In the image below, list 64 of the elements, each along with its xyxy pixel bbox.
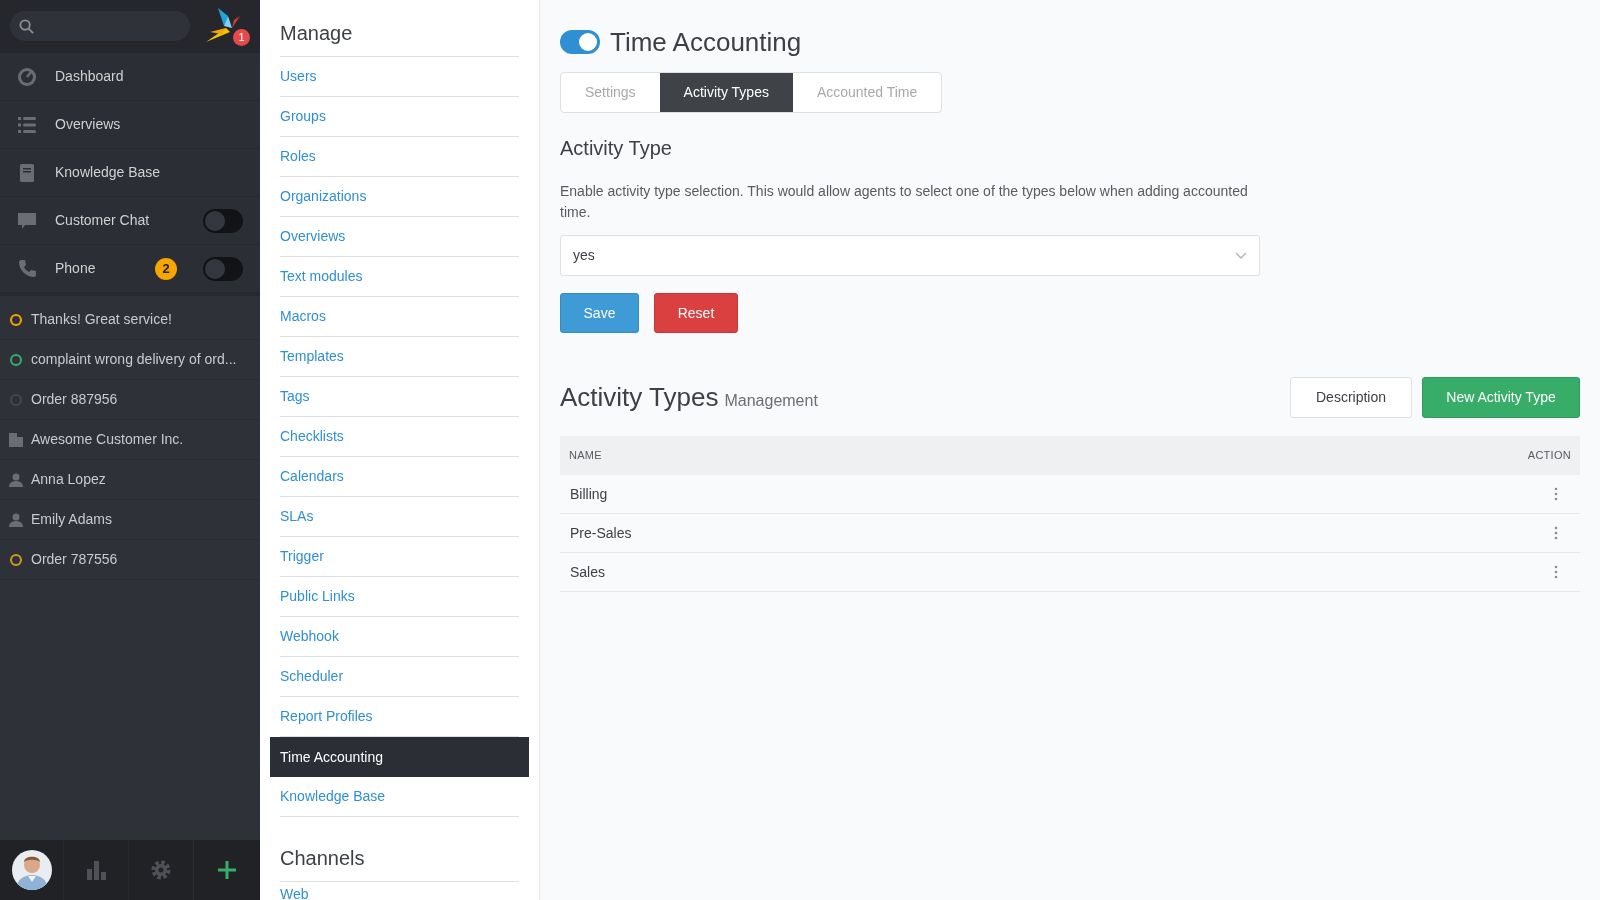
tab[interactable]: Accounted Time xyxy=(792,73,942,112)
menu-item[interactable]: Templates xyxy=(280,337,519,377)
recent-item[interactable]: Emily Adams xyxy=(0,500,260,540)
menu-item[interactable]: Organizations xyxy=(280,177,519,217)
menu-item[interactable]: Checklists xyxy=(280,417,519,457)
table-cell-text: Sales xyxy=(570,562,606,582)
menu-item[interactable]: Overviews xyxy=(280,217,519,257)
menu-item[interactable]: Webhook xyxy=(280,617,519,657)
save-button[interactable]: Save xyxy=(560,293,639,333)
section-heading: Manage xyxy=(280,0,519,57)
search-icon xyxy=(19,18,34,34)
person-icon xyxy=(9,472,23,487)
new-activity-type-button[interactable]: New Activity Type xyxy=(1422,377,1580,418)
description-text: Enable activity type selection. This would allow agents to select one of the types below when adding accounted time. xyxy=(560,182,1249,222)
table-cell-text: Billing xyxy=(570,484,608,504)
subtitle-text: Management xyxy=(724,391,818,411)
menu-item[interactable]: Public Links xyxy=(280,577,519,617)
description-button[interactable]: Description xyxy=(1290,377,1412,418)
building-icon xyxy=(9,432,23,447)
page-title: Time Accounting xyxy=(610,25,802,59)
more-vertical-icon[interactable] xyxy=(1554,526,1558,540)
settings-icon xyxy=(150,859,172,881)
menu-item[interactable]: Knowledge Base xyxy=(280,777,519,817)
toggle-switch[interactable] xyxy=(560,30,600,54)
tab[interactable]: Settings xyxy=(561,73,660,112)
count-badge: 2 xyxy=(155,257,177,280)
chat-bubble-icon xyxy=(17,210,37,231)
column-header: ACTION xyxy=(1527,448,1571,464)
phone-icon xyxy=(17,258,37,279)
menu-item[interactable]: Roles xyxy=(280,137,519,177)
bar-chart-icon xyxy=(85,859,107,881)
menu-item[interactable]: Text modules xyxy=(280,257,519,297)
notification-badge: 1 xyxy=(233,29,250,46)
list-icon xyxy=(17,114,37,135)
menu-item[interactable]: Calendars xyxy=(280,457,519,497)
select-field[interactable]: yes xyxy=(560,235,1260,276)
tab[interactable]: Activity Types xyxy=(659,73,793,112)
menu-item[interactable]: Web xyxy=(280,882,519,900)
toggle-switch[interactable] xyxy=(203,256,243,281)
search-field[interactable] xyxy=(10,11,190,41)
section-heading: Activity Types xyxy=(560,381,719,414)
section-heading: Activity Type xyxy=(560,136,673,161)
menu-item[interactable]: Macros xyxy=(280,297,519,337)
toggle-switch[interactable] xyxy=(203,208,243,233)
recent-item[interactable]: Anna Lopez xyxy=(0,460,260,500)
column-header: NAME xyxy=(569,448,602,464)
menu-item[interactable]: SLAs xyxy=(280,497,519,537)
section-heading: Channels xyxy=(280,817,519,882)
menu-item[interactable]: Scheduler xyxy=(280,657,519,697)
menu-item[interactable]: Trigger xyxy=(280,537,519,577)
table-cell-text: Pre-Sales xyxy=(570,523,632,543)
plus-icon xyxy=(217,860,237,880)
person-icon xyxy=(9,512,23,527)
menu-item[interactable]: Tags xyxy=(280,377,519,417)
dashboard-icon xyxy=(17,66,37,87)
recent-item[interactable]: Awesome Customer Inc. xyxy=(0,420,260,460)
menu-item[interactable]: Users xyxy=(280,57,519,97)
chevron-down-icon xyxy=(1235,251,1247,260)
menu-item[interactable]: Time Accounting xyxy=(270,737,529,777)
reset-button[interactable]: Reset xyxy=(654,293,738,333)
more-vertical-icon[interactable] xyxy=(1554,487,1558,501)
menu-item[interactable]: Groups xyxy=(280,97,519,137)
book-icon xyxy=(17,162,37,183)
more-vertical-icon[interactable] xyxy=(1554,565,1558,579)
